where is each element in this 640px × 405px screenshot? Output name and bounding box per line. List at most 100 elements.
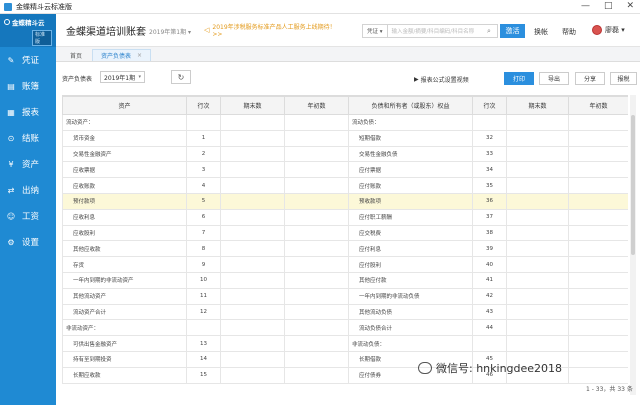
table-cell[interactable] (568, 208, 628, 226)
table-cell[interactable] (506, 224, 569, 242)
report-period-select[interactable]: 2019年1期 ▾ (100, 71, 145, 83)
sidebar-item-reports[interactable]: ▦ 报表 (0, 99, 56, 125)
table-cell[interactable] (568, 129, 628, 147)
table-cell[interactable] (506, 256, 569, 273)
sidebar-item-settings[interactable]: ⚙ 设置 (0, 229, 56, 255)
sidebar-item-ledger[interactable]: ▤ 账簿 (0, 73, 56, 99)
table-cell[interactable] (506, 177, 569, 194)
export-button[interactable]: 导出 (539, 72, 569, 85)
table-cell[interactable] (506, 303, 569, 321)
switch-account-link[interactable]: 换帐 (534, 27, 548, 37)
table-row[interactable]: 应收股利 7 应交税费 38 (62, 224, 628, 242)
table-cell[interactable] (284, 271, 349, 289)
period-selector[interactable]: 2019年第1期 ▾ (149, 27, 191, 36)
table-row[interactable]: 应收利息 6 应付职工薪酬 37 (62, 208, 628, 226)
print-button[interactable]: 打印 (504, 72, 534, 85)
table-cell[interactable] (568, 240, 628, 258)
refresh-button[interactable]: ↻ (171, 70, 191, 84)
table-cell[interactable] (506, 240, 569, 258)
table-row[interactable]: 其他流动资产 11 一年内到期的非流动负债 42 (62, 287, 628, 305)
search-icon[interactable]: ⌕ (487, 27, 497, 36)
table-cell[interactable] (568, 256, 628, 273)
sidebar-item-closing[interactable]: ⊙ 结账 (0, 125, 56, 151)
tab-balance-sheet[interactable]: 资产负债表 × (92, 49, 152, 61)
formula-video-link[interactable]: ▶ 报表公式设置视频 (414, 75, 469, 84)
table-cell[interactable] (284, 287, 349, 305)
table-cell[interactable] (506, 129, 569, 147)
table-cell[interactable] (568, 303, 628, 321)
table-cell[interactable] (506, 114, 569, 131)
table-cell[interactable] (284, 192, 349, 210)
table-cell[interactable] (220, 129, 285, 147)
table-row[interactable]: 非流动资产： 流动负债合计 44 (62, 319, 628, 337)
table-cell[interactable] (568, 350, 628, 368)
table-row[interactable]: 其他应收款 8 应付利息 39 (62, 240, 628, 258)
table-row[interactable]: 流动资产： 流动负债： (62, 114, 628, 131)
table-cell[interactable] (220, 271, 285, 289)
table-cell[interactable] (220, 303, 285, 321)
table-cell[interactable] (568, 177, 628, 194)
table-cell[interactable] (568, 224, 628, 242)
table-cell[interactable] (220, 145, 285, 163)
table-cell[interactable] (220, 240, 285, 258)
table-cell[interactable] (220, 208, 285, 226)
vertical-scrollbar[interactable] (630, 95, 636, 395)
table-cell[interactable] (220, 114, 285, 131)
search-type-select[interactable]: 凭证 ▾ (363, 25, 388, 37)
table-cell[interactable] (506, 161, 569, 179)
table-cell[interactable] (568, 287, 628, 305)
table-cell[interactable] (506, 335, 569, 352)
table-cell[interactable] (506, 319, 569, 337)
table-cell[interactable] (568, 319, 628, 337)
sidebar-item-cashier[interactable]: ⇄ 出纳 (0, 177, 56, 203)
table-cell[interactable] (568, 335, 628, 352)
sidebar-item-assets[interactable]: ¥ 资产 (0, 151, 56, 177)
close-window-button[interactable]: ✕ (626, 1, 634, 11)
table-row[interactable]: 可供出售金融资产 13 非流动负债： (62, 335, 628, 352)
scrollbar-thumb[interactable] (631, 115, 635, 255)
table-cell[interactable] (284, 161, 349, 179)
table-cell[interactable] (568, 114, 628, 131)
tax-report-button[interactable]: 报税 (610, 72, 637, 85)
notice-link[interactable]: ◁ 2019年涉税服务标准产品人工服务上线期待！>> (204, 23, 344, 38)
table-cell[interactable] (220, 287, 285, 305)
table-cell[interactable] (284, 114, 349, 131)
table-cell[interactable] (568, 192, 628, 210)
table-cell[interactable] (220, 224, 285, 242)
table-cell[interactable] (284, 319, 349, 337)
tab-home[interactable]: 首页 (62, 49, 90, 61)
table-row[interactable]: 交易性金融资产 2 交易性金融负债 33 (62, 145, 628, 163)
user-menu[interactable]: 廖磊 ▾ (592, 25, 625, 35)
help-link[interactable]: 帮助 (562, 27, 576, 37)
table-cell[interactable] (568, 366, 628, 384)
table-cell[interactable] (220, 256, 285, 273)
table-row[interactable]: 流动资产合计 12 其他流动负债 43 (62, 303, 628, 321)
table-cell[interactable] (220, 350, 285, 368)
table-cell[interactable] (568, 161, 628, 179)
table-cell[interactable] (220, 192, 285, 210)
table-cell[interactable] (284, 335, 349, 352)
table-row[interactable]: 存货 9 应付股利 40 (62, 256, 628, 273)
table-cell[interactable] (506, 192, 569, 210)
search-input[interactable]: 输入金额/摘要/科目编码/科目名称 (388, 27, 487, 35)
table-cell[interactable] (568, 271, 628, 289)
table-row[interactable]: 货币资金 1 短期借款 32 (62, 129, 628, 147)
table-cell[interactable] (220, 366, 285, 384)
table-row[interactable]: 应收票据 3 应付票据 34 (62, 161, 628, 179)
close-tab-icon[interactable]: × (137, 52, 142, 59)
table-cell[interactable] (284, 350, 349, 368)
maximize-button[interactable]: □ (604, 1, 613, 11)
table-cell[interactable] (568, 145, 628, 163)
table-cell[interactable] (220, 335, 285, 352)
table-cell[interactable] (506, 271, 569, 289)
sidebar-item-payroll[interactable]: ☺ 工资 (0, 203, 56, 229)
table-cell[interactable] (284, 240, 349, 258)
share-button[interactable]: 分享 (575, 72, 605, 85)
minimize-button[interactable]: — (581, 1, 590, 11)
table-cell[interactable] (284, 145, 349, 163)
table-cell[interactable] (220, 319, 285, 337)
table-row[interactable]: 一年内到期的非流动资产 10 其他应付款 41 (62, 271, 628, 289)
table-cell[interactable] (220, 177, 285, 194)
table-cell[interactable] (506, 208, 569, 226)
table-cell[interactable] (506, 145, 569, 163)
